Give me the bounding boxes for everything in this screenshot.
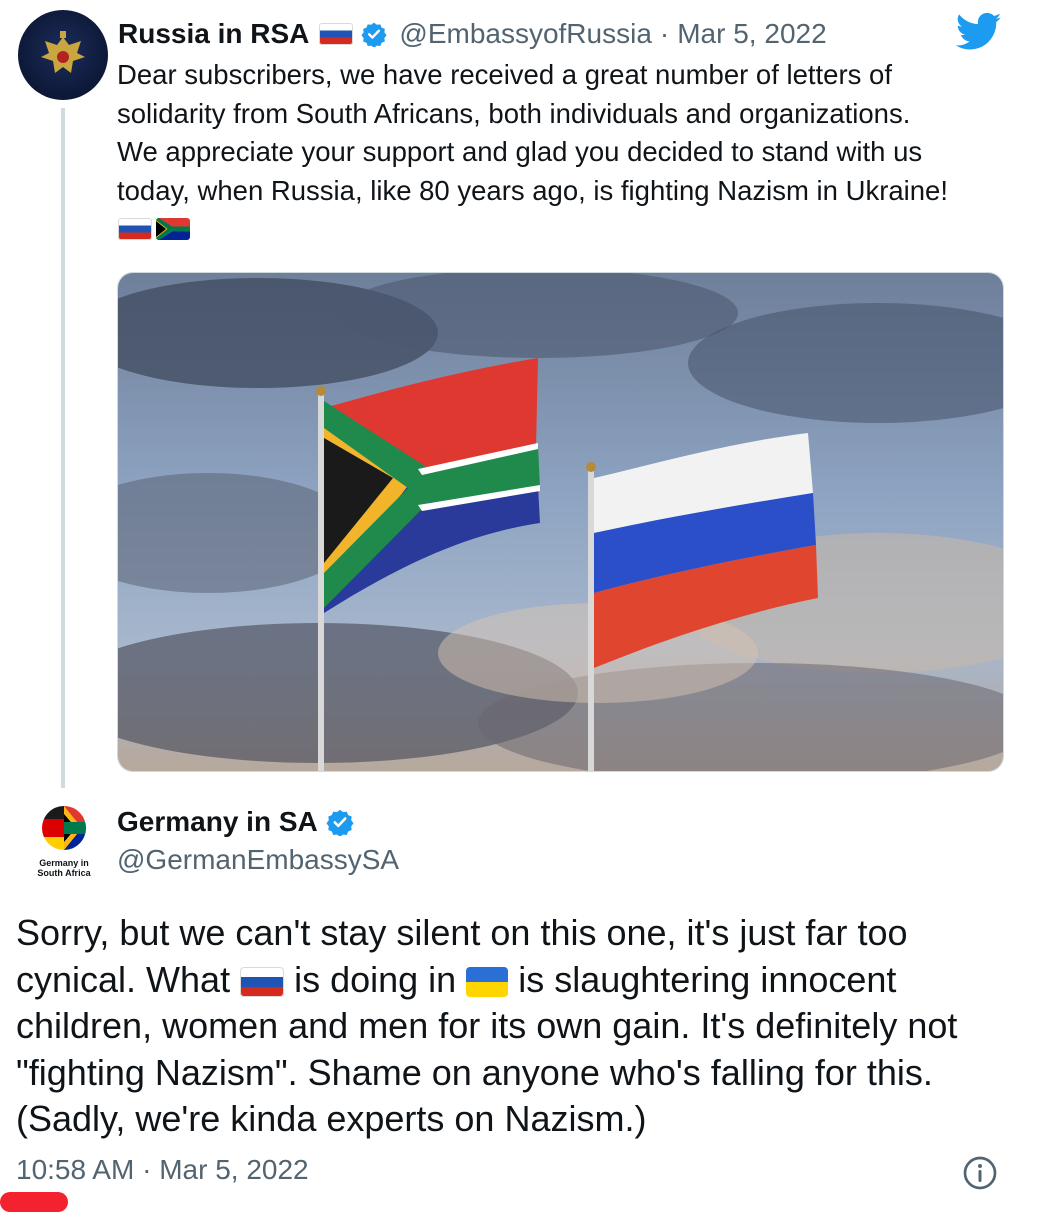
timestamp-separator: · [142,1154,152,1185]
reply-text-part2: is doing in [284,958,467,1000]
reply-header: Germany in SA [117,802,354,842]
tweet-media-image[interactable] [117,272,1004,772]
reply-body: Sorry, but we can't stay silent on this … [16,910,1026,1143]
thread-connector-line [61,108,65,788]
flags-photo [118,273,1003,771]
russia-embassy-avatar[interactable] [18,10,108,100]
verified-badge-icon [326,809,354,836]
reply-date: Mar 5, 2022 [159,1154,309,1185]
germany-embassy-avatar[interactable]: Germany in South Africa [24,800,104,882]
tweet-line: solidarity from South Africans, both ind… [117,97,911,129]
tweet-line: Dear subscribers, we have received a gre… [117,59,892,90]
avatar-caption-line1: Germany in [39,858,89,868]
russia-flag-icon [240,966,285,997]
russia-flag-icon [118,218,152,240]
avatar-caption-line2: South Africa [37,868,91,878]
header-separator: · [659,18,670,49]
south-africa-flag-icon [156,218,190,240]
ukraine-flag-icon [466,966,509,997]
twitter-bird-icon[interactable] [956,12,1002,52]
reply-time: 10:58 AM [16,1154,135,1185]
tweet-body: Dear subscribers, we have received a gre… [117,56,1017,210]
germany-south-africa-logo-icon [42,806,86,850]
reply-author-handle[interactable]: @GermanEmbassySA [117,844,399,876]
reply-author-name[interactable]: Germany in SA [117,806,318,838]
verified-badge-icon [361,22,387,47]
tweet-line: today, when Russia, like 80 years ago, i… [117,174,948,206]
author-name[interactable]: Russia in RSA [118,18,309,50]
russia-flag-icon [319,23,354,45]
reply-timestamp[interactable]: 10:58 AM · Mar 5, 2022 [16,1154,309,1186]
tweet-header: Russia in RSA @EmbassyofRussia · Mar 5, … [118,14,827,54]
author-handle[interactable]: @EmbassyofRussia [399,18,652,50]
tweet-date[interactable]: Mar 5, 2022 [677,18,826,50]
tweet-line: We appreciate your support and glad you … [117,136,923,167]
info-icon[interactable] [962,1155,998,1191]
cropped-red-element [0,1192,68,1212]
flag-emoji-row [118,218,190,240]
double-headed-eagle-emblem-icon [41,31,85,73]
